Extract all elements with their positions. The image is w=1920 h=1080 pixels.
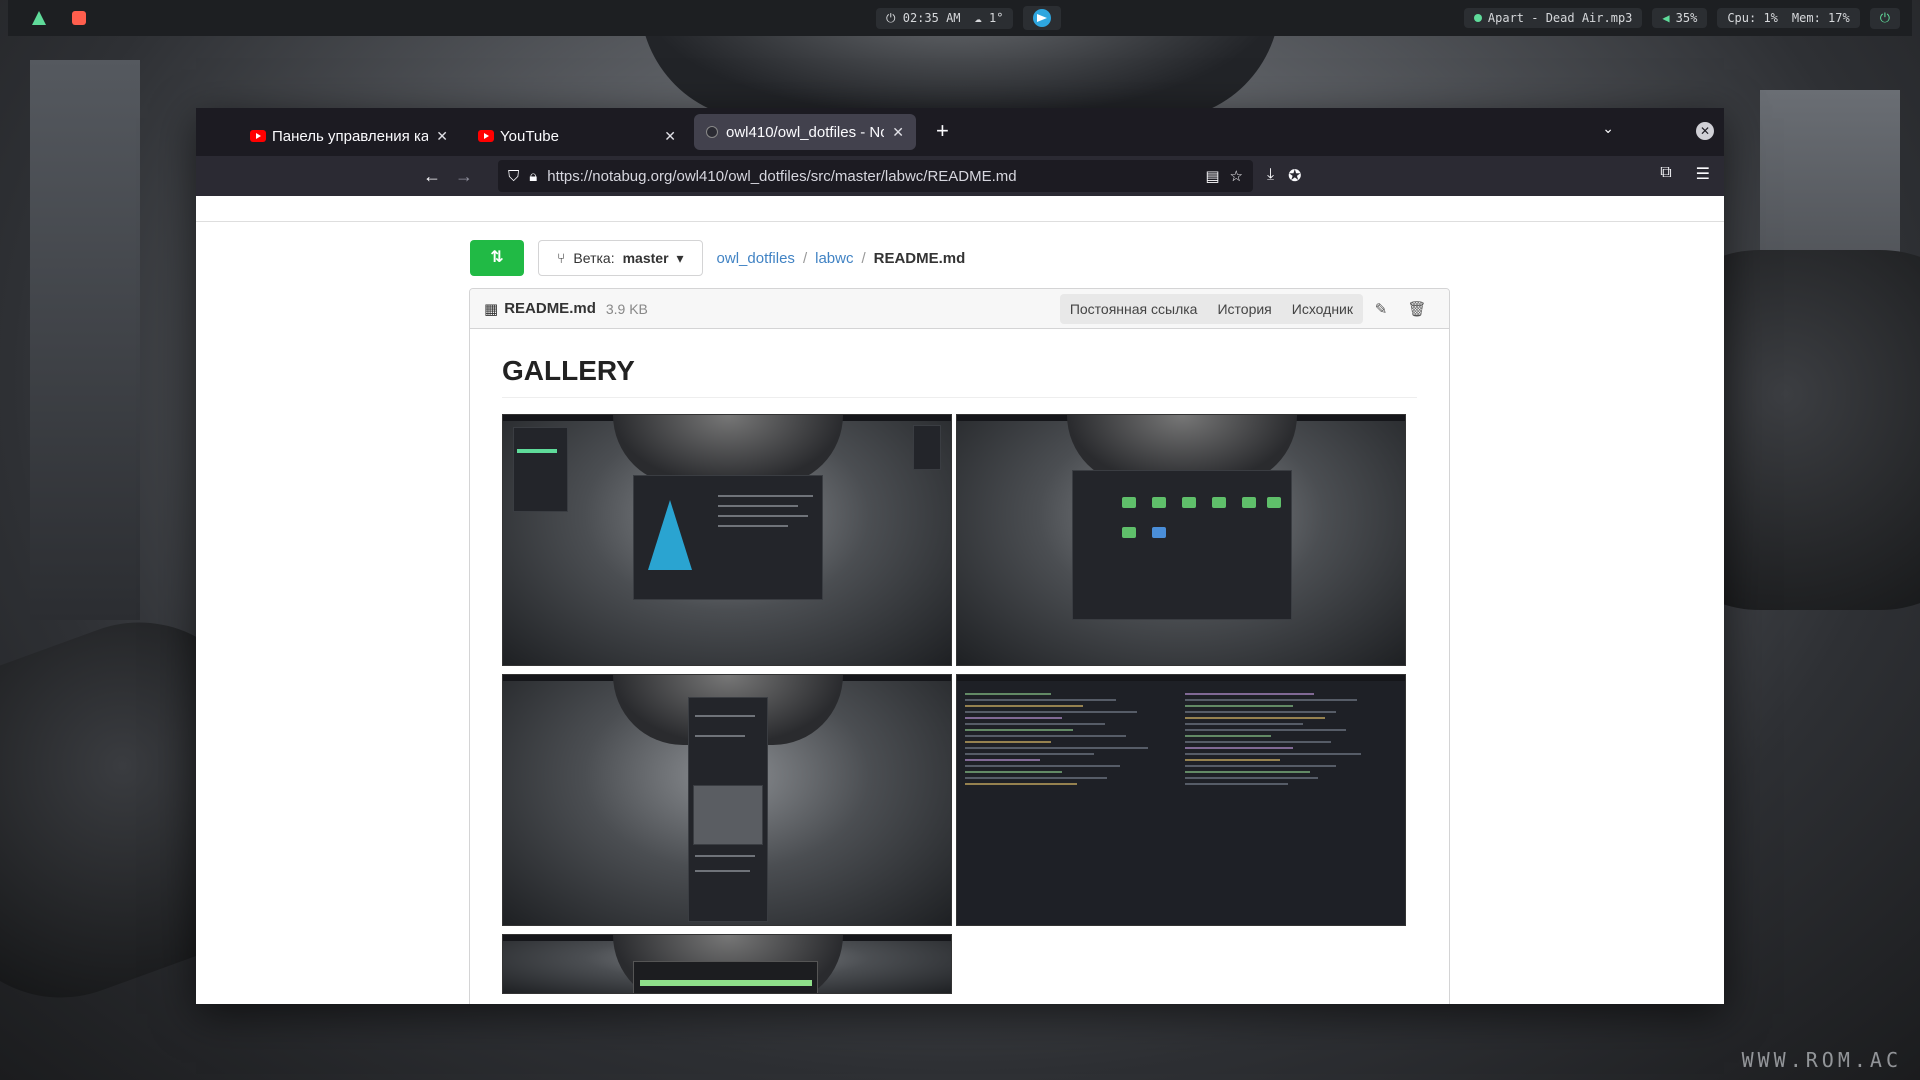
- file-title: ▦ README.md 3.9 KB: [484, 300, 648, 318]
- gallery-image-2[interactable]: [956, 414, 1406, 666]
- file-header: ▦ README.md 3.9 KB Постоянная ссылка Ист…: [470, 289, 1449, 329]
- delete-trash-icon[interactable]: 🗑︎: [1399, 300, 1435, 318]
- url-text[interactable]: https://notabug.org/owl410/owl_dotfiles/…: [547, 168, 1195, 185]
- breadcrumb: owl_dotfiles / labwc / README.md: [716, 249, 966, 267]
- extensions-icon[interactable]: ⧉: [1660, 164, 1671, 184]
- telegram-icon[interactable]: [1033, 9, 1052, 27]
- tab-notabug[interactable]: owl410/owl_dotfiles - Notabug ✕: [694, 114, 916, 150]
- music-widget[interactable]: Apart - Dead Air.mp3: [1463, 8, 1643, 28]
- markdown-body: GALLERY: [470, 329, 1449, 1004]
- gallery-image-5[interactable]: [502, 934, 952, 994]
- repo-nav-tabs: [196, 196, 1724, 222]
- youtube-icon: [250, 130, 266, 142]
- top-panel: ⏻ 02:35 AM ☁ 1° Apart - Dead Air.mp3 ◀ 35…: [8, 0, 1912, 36]
- book-icon: ▦: [484, 300, 499, 318]
- branch-icon: ⑂: [557, 250, 566, 266]
- breadcrumb-labwc-link[interactable]: labwc: [815, 250, 853, 267]
- file-action-group: Постоянная ссылка История Исходник: [1059, 293, 1363, 324]
- menu-icon[interactable]: ☰: [1696, 164, 1710, 184]
- nav-bar: ← → ⛉ 🔒︎ https://notabug.org/owl410/owl_…: [196, 156, 1724, 196]
- download-icon[interactable]: ⤓: [1267, 166, 1274, 186]
- breadcrumb-repo-link[interactable]: owl_dotfiles: [717, 250, 795, 267]
- list-all-tabs-icon[interactable]: ⌄: [1602, 120, 1614, 137]
- wallpaper-watermark: WWW.ROM.AC: [1741, 1048, 1902, 1072]
- app-tray-icon[interactable]: [72, 11, 86, 25]
- web-page: ⇅ ⑂ Ветка: master ▾ owl_dotfiles / labwc…: [196, 196, 1724, 1004]
- forward-icon[interactable]: →: [448, 166, 480, 187]
- breadcrumb-current: README.md: [873, 249, 966, 267]
- reader-view-icon[interactable]: ▤: [1205, 167, 1219, 185]
- new-tab-button[interactable]: +: [936, 118, 949, 144]
- weather-text: ☁ 1°: [974, 11, 1004, 25]
- history-button[interactable]: История: [1207, 294, 1281, 324]
- volume-widget[interactable]: ◀ 35%: [1652, 8, 1708, 28]
- clock-text: ⏻ 02:35 AM: [886, 10, 961, 25]
- system-stats-widget: Cpu: 1% Mem: 17%: [1717, 8, 1860, 28]
- gallery-image-1[interactable]: [502, 414, 952, 666]
- dropdown-caret-icon: ▾: [676, 249, 684, 266]
- close-tab-icon[interactable]: ✕: [664, 128, 676, 145]
- window-close-icon[interactable]: ✕: [1696, 122, 1714, 140]
- edit-pencil-icon[interactable]: ✎: [1363, 300, 1399, 318]
- back-icon[interactable]: ←: [416, 166, 448, 187]
- permalink-button[interactable]: Постоянная ссылка: [1060, 294, 1208, 324]
- music-status-icon: [1473, 14, 1482, 22]
- clock-weather-widget[interactable]: ⏻ 02:35 AM ☁ 1°: [876, 7, 1014, 29]
- wallpaper-building-left: [30, 60, 140, 620]
- gallery-grid: [502, 414, 1417, 994]
- tab-youtube-studio[interactable]: Панель управления канала ✕: [238, 116, 460, 156]
- file-viewer: ▦ README.md 3.9 KB Постоянная ссылка Ист…: [469, 288, 1450, 1004]
- youtube-icon: [478, 130, 494, 142]
- repo-toolbar: ⇅ ⑂ Ветка: master ▾ owl_dotfiles / labwc…: [470, 240, 965, 276]
- power-button[interactable]: ⏻: [1869, 7, 1900, 29]
- arch-launcher-icon[interactable]: [32, 11, 46, 25]
- close-tab-icon[interactable]: ✕: [892, 124, 904, 141]
- close-tab-icon[interactable]: ✕: [436, 128, 448, 145]
- gallery-heading: GALLERY: [502, 355, 1417, 398]
- shield-icon[interactable]: ⛉: [508, 168, 519, 185]
- pocket-icon[interactable]: ✪: [1288, 166, 1301, 186]
- gallery-image-3[interactable]: [502, 674, 952, 926]
- telegram-tray[interactable]: [1023, 6, 1062, 30]
- volume-icon: ◀: [1662, 11, 1670, 25]
- branch-dropdown[interactable]: ⑂ Ветка: master ▾: [538, 240, 703, 276]
- gallery-image-4[interactable]: [956, 674, 1406, 926]
- compare-button[interactable]: ⇅: [470, 240, 524, 276]
- raw-button[interactable]: Исходник: [1282, 294, 1363, 324]
- tab-youtube[interactable]: YouTube ✕: [466, 116, 688, 156]
- browser-window: Панель управления канала ✕ YouTube ✕ owl…: [196, 108, 1724, 1004]
- notabug-icon: [706, 126, 718, 138]
- url-bar[interactable]: ⛉ 🔒︎ https://notabug.org/owl410/owl_dotf…: [498, 160, 1253, 192]
- bookmark-star-icon[interactable]: ☆: [1230, 167, 1243, 185]
- power-icon: ⏻: [1879, 10, 1890, 26]
- tab-bar: Панель управления канала ✕ YouTube ✕ owl…: [196, 108, 1724, 156]
- lock-icon[interactable]: 🔒︎: [529, 168, 537, 185]
